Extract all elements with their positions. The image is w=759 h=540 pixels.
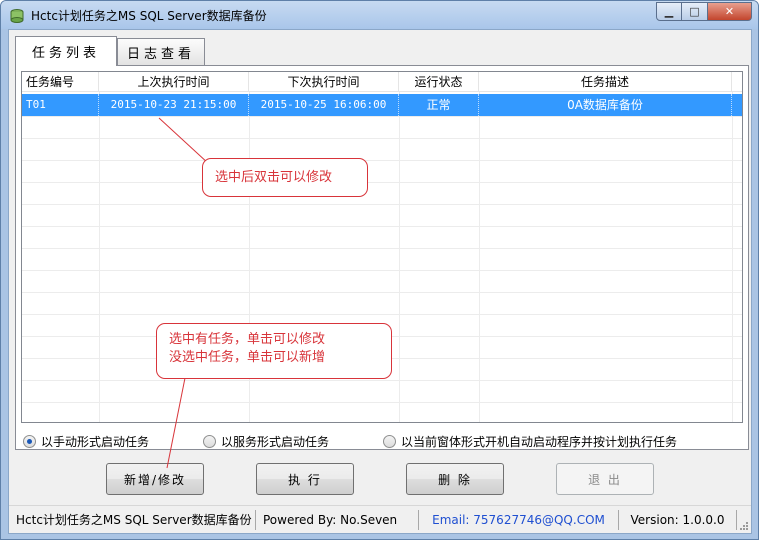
client-area: 任务列表 日志查看 任务编号 上次执行时间 下次执行时间 运行状态 任务描述 T… xyxy=(8,29,752,534)
grid-row-line xyxy=(22,226,742,227)
grid-row-line xyxy=(22,248,742,249)
status-email: Email: 757627746@QQ.COM xyxy=(419,509,619,530)
column-header-description[interactable]: 任务描述 xyxy=(479,72,732,92)
column-header-status[interactable]: 运行状态 xyxy=(399,72,479,92)
maximize-button[interactable]: □ xyxy=(682,2,708,21)
task-row-t01[interactable]: T01 2015-10-23 21:15:00 2015-10-25 16:06… xyxy=(22,94,742,116)
cell-status: 正常 xyxy=(399,94,479,116)
execute-button[interactable]: 执 行 xyxy=(256,463,354,495)
radio-label: 以手动形式启动任务 xyxy=(41,435,150,449)
cell-task-id: T01 xyxy=(22,94,99,116)
grid-row-line xyxy=(22,204,742,205)
cell-description: 0A数据库备份 xyxy=(479,94,732,116)
task-list-panel: 任务编号 上次执行时间 下次执行时间 运行状态 任务描述 T01 2015-10… xyxy=(15,65,749,450)
radio-manual-start[interactable]: 以手动形式启动任务 xyxy=(23,433,149,450)
grid-row-line xyxy=(22,116,742,117)
column-header-next-run[interactable]: 下次执行时间 xyxy=(249,72,399,92)
status-app-name: Hctc计划任务之MS SQL Server数据库备份 xyxy=(9,509,256,530)
radio-window-autostart[interactable]: 以当前窗体形式开机自动启动程序并按计划执行任务 xyxy=(383,433,677,450)
tab-log-view[interactable]: 日志查看 xyxy=(117,38,205,65)
callout-pointer-bottom xyxy=(166,377,186,469)
status-powered-by: Powered By: No.Seven xyxy=(256,509,419,530)
radio-button-icon[interactable] xyxy=(203,435,216,448)
cell-last-run: 2015-10-23 21:15:00 xyxy=(99,94,249,116)
callout-double-click-edit: 选中后双击可以修改 xyxy=(202,158,368,197)
grid-column-line xyxy=(479,92,480,422)
cell-next-run: 2015-10-25 16:06:00 xyxy=(249,94,399,116)
main-window: Hctc计划任务之MS SQL Server数据库备份 ▁ □ ✕ 任务列表 日… xyxy=(0,0,759,540)
column-header-task-id[interactable]: 任务编号 xyxy=(22,72,99,92)
grid-column-line xyxy=(99,92,100,422)
tab-task-list[interactable]: 任务列表 xyxy=(15,36,117,66)
grid-row-line xyxy=(22,314,742,315)
callout-click-add-edit: 选中有任务，单击可以修改 没选中任务，单击可以新增 xyxy=(156,323,392,379)
radio-button-icon[interactable] xyxy=(23,435,36,448)
exit-button[interactable]: 退 出 xyxy=(556,463,654,495)
grid-row-line xyxy=(22,380,742,381)
status-bar: Hctc计划任务之MS SQL Server数据库备份 Powered By: … xyxy=(9,505,751,533)
radio-button-icon[interactable] xyxy=(383,435,396,448)
window-title: Hctc计划任务之MS SQL Server数据库备份 xyxy=(31,9,267,23)
callout-line-add: 没选中任务，单击可以新增 xyxy=(169,350,326,365)
window-controls: ▁ □ ✕ xyxy=(656,2,752,21)
minimize-button[interactable]: ▁ xyxy=(656,2,682,21)
grid-column-line xyxy=(399,92,400,422)
title-bar[interactable]: Hctc计划任务之MS SQL Server数据库备份 ▁ □ ✕ xyxy=(1,1,758,29)
column-header-last-run[interactable]: 上次执行时间 xyxy=(99,72,249,92)
callout-line-edit: 选中有任务，单击可以修改 xyxy=(169,332,326,347)
grid-row-line xyxy=(22,160,742,161)
grid-row-line xyxy=(22,270,742,271)
radio-label: 以服务形式启动任务 xyxy=(221,435,330,449)
grid-row-line xyxy=(22,402,742,403)
grid-row-line xyxy=(22,182,742,183)
run-mode-group: 以手动形式启动任务 以服务形式启动任务 以当前窗体形式开机自动启动程序并按计划执… xyxy=(21,433,741,451)
grid-column-line xyxy=(732,92,733,422)
resize-grip-icon[interactable] xyxy=(739,521,749,531)
grid-row-line xyxy=(22,138,742,139)
close-button[interactable]: ✕ xyxy=(708,2,752,21)
radio-label: 以当前窗体形式开机自动启动程序并按计划执行任务 xyxy=(401,435,678,449)
radio-service-start[interactable]: 以服务形式启动任务 xyxy=(203,433,329,450)
database-app-icon xyxy=(10,9,24,23)
grid-row-line xyxy=(22,292,742,293)
delete-button[interactable]: 删 除 xyxy=(406,463,504,495)
list-header: 任务编号 上次执行时间 下次执行时间 运行状态 任务描述 xyxy=(22,72,742,92)
status-version: Version: 1.0.0.0 xyxy=(619,509,737,530)
